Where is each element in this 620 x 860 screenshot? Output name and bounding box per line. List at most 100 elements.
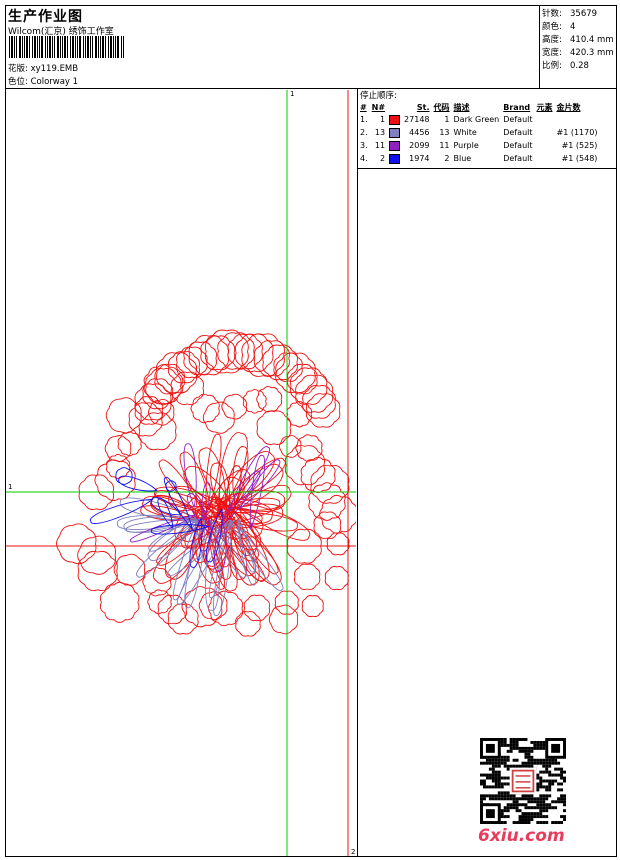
- col-brand: Brand: [503, 102, 531, 112]
- scallop-outline: [167, 603, 199, 635]
- stat-value: 420.3 mm: [570, 48, 614, 58]
- petal-outline: [234, 501, 311, 541]
- row-swatch: [387, 152, 402, 165]
- guide-label-top: 1: [290, 90, 294, 98]
- row-brand: Default: [503, 128, 533, 137]
- row-stitches: 4456: [409, 128, 430, 137]
- row-index: 1.: [360, 115, 368, 124]
- header-divider: [5, 88, 617, 89]
- barcode-icon: [9, 36, 124, 58]
- embroidery-design-preview: 1 1 2: [6, 90, 356, 856]
- col-stitches: St.: [416, 102, 430, 112]
- col-element: 元素: [536, 102, 553, 112]
- row-element: [535, 113, 555, 126]
- scallop-outline: [243, 594, 271, 622]
- row-brand: Default: [503, 141, 533, 150]
- col-swatch: [387, 101, 402, 113]
- row-element: [535, 139, 555, 152]
- design-file-label: 花版:: [8, 64, 28, 74]
- col-description: 描述: [453, 102, 470, 112]
- row-swatch: [387, 113, 402, 126]
- table-row: 1. 1 27148 1 Dark Green Default: [358, 113, 599, 126]
- row-sequins: [555, 113, 600, 126]
- row-element: [535, 152, 555, 165]
- table-header-row: # N# St. 代码 描述 Brand 元素 金片数: [358, 101, 599, 113]
- row-index: 4.: [360, 154, 368, 163]
- scallop-outline: [310, 464, 350, 504]
- colorway-value: Colorway 1: [30, 77, 79, 87]
- colorway-row: 色位: Colorway 1: [8, 75, 78, 87]
- design-file-row: 花版: xy119.EMB: [8, 62, 78, 74]
- stat-label: 颜色:: [542, 22, 562, 32]
- row-description: White: [453, 128, 477, 137]
- petal-outline: [118, 475, 158, 492]
- stat-height: 高度: 410.4 mm: [542, 33, 614, 45]
- table-row: 4. 2 1974 2 Blue Default #1 (548): [358, 152, 599, 165]
- row-code: 2: [444, 154, 450, 163]
- stat-value: 410.4 mm: [570, 35, 614, 45]
- row-needle: 11: [374, 141, 386, 150]
- row-swatch: [387, 126, 402, 139]
- scallop-outline: [104, 435, 132, 462]
- row-sequins: #1 (525): [561, 141, 598, 150]
- color-swatch: [389, 114, 401, 125]
- scallop-outline: [324, 566, 349, 591]
- row-needle: 1: [379, 115, 386, 124]
- guide-label-left: 1: [8, 483, 12, 491]
- scallop-outline: [256, 410, 292, 445]
- scallop-outline: [294, 563, 321, 590]
- row-description: Blue: [453, 154, 472, 163]
- row-stitches: 27148: [404, 115, 430, 124]
- col-sequins: 金片数: [556, 102, 581, 112]
- stat-scale: 比例: 0.28: [542, 59, 589, 71]
- scallop-outline: [235, 611, 261, 637]
- stat-label: 宽度:: [542, 48, 562, 58]
- scallop-outline: [326, 532, 350, 556]
- stat-colors: 颜色: 4: [542, 20, 575, 32]
- scallop-outline: [188, 334, 230, 376]
- row-swatch: [387, 139, 402, 152]
- stat-label: 比例:: [542, 61, 562, 71]
- col-code: 代码: [433, 102, 450, 112]
- table-row: 3. 11 2099 11 Purple Default #1 (525): [358, 139, 599, 152]
- colorway-label: 色位:: [8, 77, 28, 87]
- stat-label: 高度:: [542, 35, 562, 45]
- page-title: 生产作业图: [8, 9, 83, 25]
- row-element: [535, 126, 555, 139]
- petal-outline: [90, 498, 154, 524]
- stats-divider: [539, 5, 540, 88]
- row-brand: Default: [503, 154, 533, 163]
- scallop-outline: [105, 397, 142, 434]
- row-code: 1: [444, 115, 450, 124]
- guide-label-bottom: 2: [351, 848, 355, 856]
- row-index: 3.: [360, 141, 368, 150]
- table-row: 2. 13 4456 13 White Default #1 (1170): [358, 126, 599, 139]
- row-description: Dark Green: [453, 115, 500, 124]
- scallop-outline: [117, 431, 142, 457]
- row-code: 11: [439, 141, 450, 150]
- qr-code-icon: [480, 738, 566, 824]
- stat-value: 35679: [570, 9, 598, 19]
- scallop-outline: [143, 364, 184, 406]
- table-bottom-line: [357, 168, 617, 169]
- watermark-logo: 6xiu.com: [478, 826, 565, 846]
- stat-value: 0.28: [570, 61, 589, 71]
- row-stitches: 2099: [409, 141, 430, 150]
- scallop-outline: [99, 581, 140, 623]
- row-needle: 2: [379, 154, 386, 163]
- row-needle: 13: [374, 128, 386, 137]
- row-description: Purple: [453, 141, 479, 150]
- row-sequins: #1 (1170): [556, 128, 598, 137]
- row-code: 13: [439, 128, 450, 137]
- green-guide-lines: [6, 90, 356, 856]
- col-needle: N#: [371, 102, 386, 112]
- row-stitches: 1974: [409, 154, 430, 163]
- stat-stitches: 针数: 35679: [542, 7, 597, 19]
- stat-width: 宽度: 420.3 mm: [542, 46, 614, 58]
- scallop-outline: [268, 604, 299, 635]
- stop-sequence-title: 停止顺序:: [360, 91, 397, 101]
- scallop-outline: [313, 511, 342, 540]
- scallop-outline: [300, 456, 336, 494]
- panel-divider: [357, 88, 358, 857]
- design-file-value: xy119.EMB: [30, 64, 79, 74]
